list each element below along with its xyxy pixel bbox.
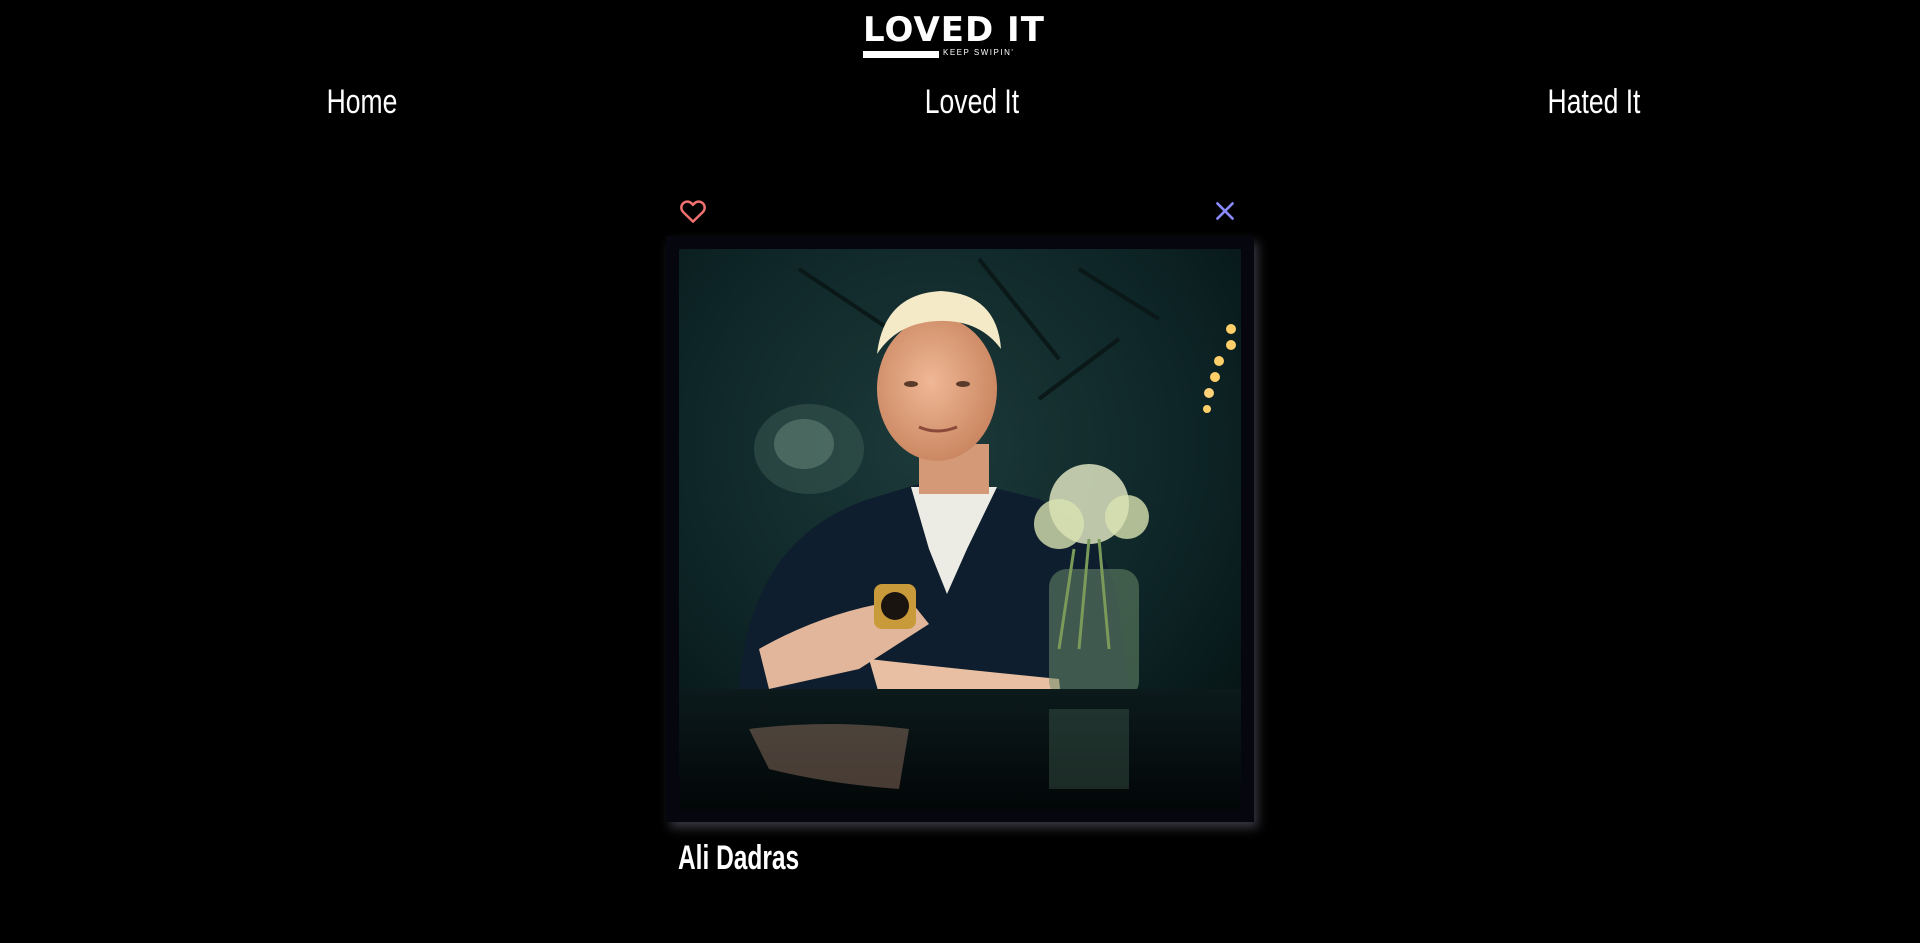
nav-loved-it[interactable]: Loved It	[894, 82, 1050, 122]
profile-card[interactable]	[666, 236, 1254, 822]
heart-icon[interactable]	[678, 196, 708, 226]
logo-underline	[863, 51, 939, 58]
logo-title: LOVED IT	[863, 10, 1045, 50]
nav-hated-it[interactable]: Hated It	[1516, 82, 1672, 122]
logo[interactable]: LOVED IT KEEP SWIPIN'	[863, 12, 1055, 62]
nav-home[interactable]: Home	[284, 82, 440, 122]
profile-photo	[679, 249, 1241, 809]
logo-tagline: KEEP SWIPIN'	[943, 48, 1015, 57]
profile-name: Ali Dadras	[678, 839, 800, 877]
page: LOVED IT KEEP SWIPIN' Home Loved It Hate…	[0, 0, 1920, 943]
close-icon[interactable]	[1212, 198, 1238, 224]
card-actions	[666, 196, 1242, 230]
